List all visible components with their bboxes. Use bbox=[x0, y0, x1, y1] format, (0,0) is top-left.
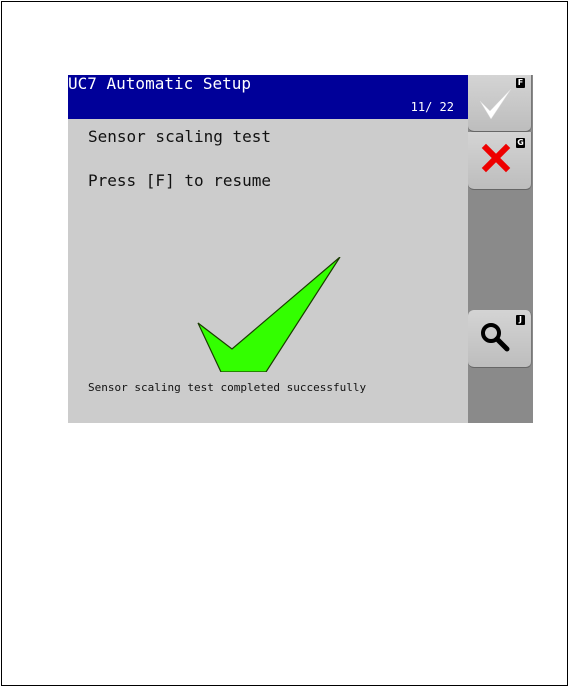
status-message: Sensor scaling test completed successful… bbox=[88, 381, 367, 394]
check-icon bbox=[197, 257, 341, 372]
softkey-j-button[interactable]: J bbox=[468, 310, 532, 368]
key-letter-f: F bbox=[516, 78, 525, 88]
key-letter-g: G bbox=[516, 138, 525, 148]
cross-icon bbox=[481, 143, 511, 173]
key-letter-j: J bbox=[516, 315, 525, 325]
title-bar: UC7 Automatic Setup 11/ 22 bbox=[68, 75, 468, 119]
page-indicator: 11/ 22 bbox=[410, 100, 454, 114]
softkey-bar: F G J bbox=[468, 75, 533, 423]
softkey-g-button[interactable]: G bbox=[468, 132, 532, 190]
magnifier-icon bbox=[481, 323, 510, 352]
window-frame: UC7 Automatic Setup 11/ 22 Sensor scalin… bbox=[1, 1, 568, 686]
softkey-f-button[interactable]: F bbox=[468, 75, 532, 132]
terminal-screen: UC7 Automatic Setup 11/ 22 Sensor scalin… bbox=[68, 75, 533, 423]
test-name: Sensor scaling test bbox=[88, 127, 272, 146]
check-icon bbox=[479, 88, 512, 120]
content-area: Sensor scaling test Press [F] to resume … bbox=[68, 119, 468, 423]
resume-instruction: Press [F] to resume bbox=[88, 171, 272, 190]
screen-title: UC7 Automatic Setup bbox=[68, 75, 252, 93]
